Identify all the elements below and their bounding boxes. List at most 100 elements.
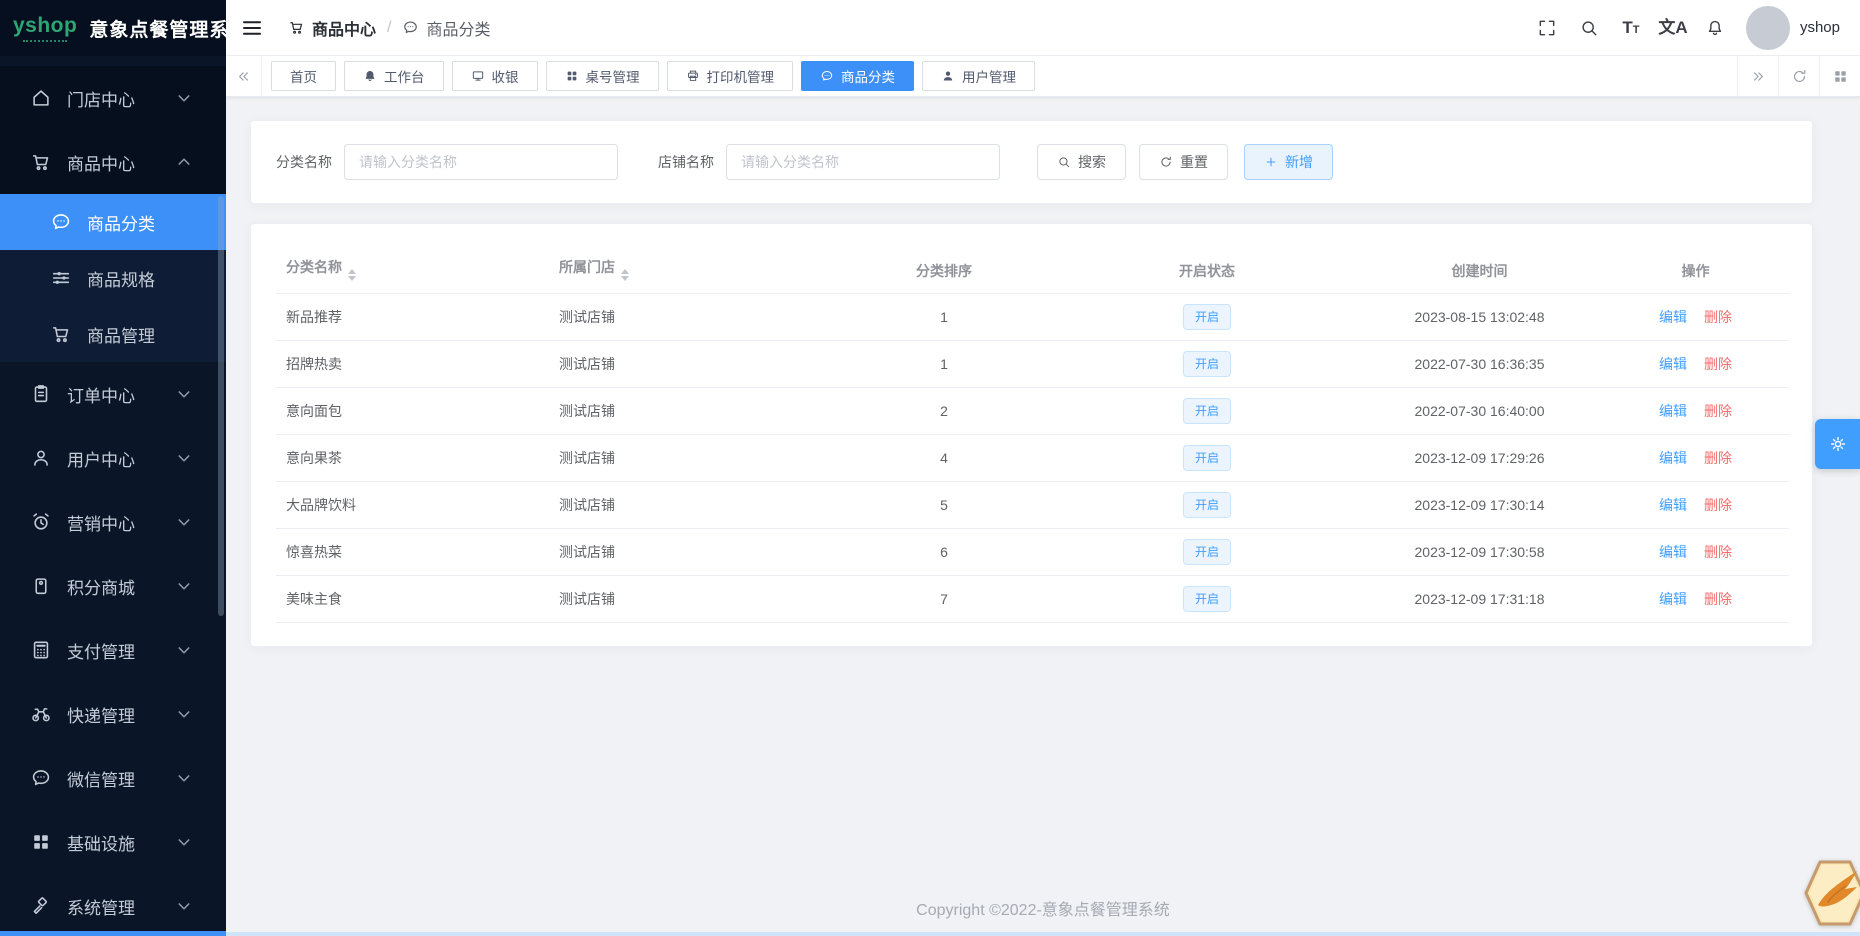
status-badge[interactable]: 开启 bbox=[1182, 491, 1231, 518]
column-header-0[interactable]: 分类名称 bbox=[276, 249, 549, 294]
cell-category-name: 大品牌饮料 bbox=[276, 481, 549, 529]
delete-link[interactable]: 删除 bbox=[1704, 591, 1732, 607]
category-name-input[interactable] bbox=[344, 144, 618, 180]
delete-link[interactable]: 删除 bbox=[1704, 544, 1732, 560]
edit-link[interactable]: 编辑 bbox=[1659, 591, 1687, 607]
status-badge[interactable]: 开启 bbox=[1182, 303, 1231, 330]
status-badge[interactable]: 开启 bbox=[1182, 444, 1231, 471]
cell-sort-order: 1 bbox=[831, 340, 1057, 388]
breadcrumb-item[interactable]: 商品中心 bbox=[288, 16, 376, 40]
edit-link[interactable]: 编辑 bbox=[1659, 544, 1687, 560]
breadcrumb-item[interactable]: 商品分类 bbox=[402, 16, 490, 40]
sidebar-item-goods-manage[interactable]: 商品管理 bbox=[0, 306, 226, 362]
cell-created-time: 2023-12-09 17:29:26 bbox=[1357, 434, 1602, 482]
status-badge[interactable]: 开启 bbox=[1182, 538, 1231, 565]
tab-label: 打印机管理 bbox=[706, 70, 775, 85]
cell-actions: 编辑 删除 bbox=[1602, 293, 1789, 341]
sidebar-item-wechat-manage[interactable]: 微信管理 bbox=[0, 746, 226, 810]
tabs-scroll-right-icon[interactable] bbox=[1737, 56, 1778, 96]
chat-icon bbox=[30, 767, 52, 789]
sort-carets-icon[interactable] bbox=[348, 265, 356, 285]
search-button[interactable]: 搜索 bbox=[1037, 144, 1126, 180]
edit-link[interactable]: 编辑 bbox=[1659, 309, 1687, 325]
status-badge[interactable]: 开启 bbox=[1182, 350, 1231, 377]
tab-goods-category[interactable]: 商品分类 bbox=[801, 61, 914, 91]
sidebar-item-goods-center[interactable]: 商品中心 bbox=[0, 130, 226, 194]
sidebar-item-infrastructure[interactable]: 基础设施 bbox=[0, 810, 226, 874]
sidebar-item-goods-spec[interactable]: 商品规格 bbox=[0, 250, 226, 306]
sidebar-horizontal-scrollbar[interactable] bbox=[0, 931, 226, 936]
delete-link[interactable]: 删除 bbox=[1704, 356, 1732, 372]
tab-workbench[interactable]: 工作台 bbox=[344, 61, 444, 91]
sidebar-item-marketing-center[interactable]: 营销中心 bbox=[0, 490, 226, 554]
edit-link[interactable]: 编辑 bbox=[1659, 450, 1687, 466]
sidebar-item-points-mall[interactable]: 积分商城 bbox=[0, 554, 226, 618]
tabs-scroll-left-icon[interactable] bbox=[226, 56, 262, 96]
avatar[interactable] bbox=[1745, 5, 1790, 50]
add-button[interactable]: 新增 bbox=[1244, 144, 1333, 180]
settings-panel-button[interactable] bbox=[1815, 419, 1860, 469]
sliders-icon bbox=[50, 267, 72, 289]
bird-badge-icon[interactable] bbox=[1802, 858, 1860, 928]
main-horizontal-scrollbar[interactable] bbox=[226, 932, 1860, 936]
chevron-down-icon bbox=[173, 703, 195, 725]
cell-created-time: 2023-12-09 17:30:14 bbox=[1357, 481, 1602, 529]
tab-user-manage[interactable]: 用户管理 bbox=[922, 61, 1035, 91]
table-row: 大品牌饮料 测试店铺 5 开启 2023-12-09 17:30:14 编辑 删除 bbox=[276, 481, 1789, 529]
status-badge[interactable]: 开启 bbox=[1182, 397, 1231, 424]
column-header-5: 操作 bbox=[1602, 249, 1789, 294]
breadcrumb-label: 商品中心 bbox=[312, 21, 377, 39]
sidebar-item-label: 商品中心 bbox=[67, 154, 135, 174]
translate-icon[interactable]: 文A bbox=[1652, 0, 1694, 56]
search-icon[interactable] bbox=[1568, 0, 1610, 56]
tab-options-grid-icon[interactable] bbox=[1819, 56, 1860, 96]
sidebar-item-label: 门店中心 bbox=[67, 90, 135, 110]
sidebar-scrollbar-thumb[interactable] bbox=[218, 196, 224, 616]
sort-carets-icon[interactable] bbox=[621, 265, 629, 285]
column-header-3: 开启状态 bbox=[1057, 249, 1357, 294]
delete-link[interactable]: 删除 bbox=[1704, 403, 1732, 419]
delete-link[interactable]: 删除 bbox=[1704, 450, 1732, 466]
bell-icon[interactable] bbox=[1694, 0, 1736, 56]
sidebar-item-store-center[interactable]: 门店中心 bbox=[0, 66, 226, 130]
tab-printer-manage[interactable]: 打印机管理 bbox=[666, 61, 793, 91]
sidebar-item-express-manage[interactable]: 快递管理 bbox=[0, 682, 226, 746]
delete-link[interactable]: 删除 bbox=[1704, 309, 1732, 325]
status-badge[interactable]: 开启 bbox=[1182, 585, 1231, 612]
sidebar-item-system-manage[interactable]: 系统管理 bbox=[0, 874, 226, 936]
edit-link[interactable]: 编辑 bbox=[1659, 356, 1687, 372]
fullscreen-icon[interactable] bbox=[1526, 0, 1568, 56]
shop-name-input[interactable] bbox=[726, 144, 1000, 180]
grid-icon bbox=[565, 69, 579, 83]
sidebar-item-payment-manage[interactable]: 支付管理 bbox=[0, 618, 226, 682]
delete-link[interactable]: 删除 bbox=[1704, 497, 1732, 513]
tab-table-manage[interactable]: 桌号管理 bbox=[545, 61, 659, 91]
table-row: 新品推荐 测试店铺 1 开启 2023-08-15 13:02:48 编辑 删除 bbox=[276, 293, 1789, 341]
menu-collapse-icon[interactable] bbox=[240, 16, 264, 40]
chat-icon bbox=[820, 69, 834, 83]
sidebar-item-user-center[interactable]: 用户中心 bbox=[0, 426, 226, 490]
tab-cashier[interactable]: 收银 bbox=[451, 61, 538, 91]
font-size-icon[interactable]: TT bbox=[1610, 0, 1652, 56]
sidebar-item-label: 快递管理 bbox=[67, 706, 135, 726]
edit-link[interactable]: 编辑 bbox=[1659, 497, 1687, 513]
tab-home[interactable]: 首页 bbox=[271, 61, 336, 91]
sidebar-item-label: 用户中心 bbox=[67, 450, 135, 470]
sidebar-item-order-center[interactable]: 订单中心 bbox=[0, 362, 226, 426]
copyright-footer: Copyright ©2022-意象点餐管理系统 bbox=[916, 902, 1170, 919]
chevron-down-icon bbox=[173, 87, 195, 109]
refresh-icon[interactable] bbox=[1778, 56, 1819, 96]
cell-store: 测试店铺 bbox=[549, 575, 831, 623]
sidebar-menu: 门店中心商品中心商品分类 商品规格 商品管理 订单中心用户中心营销中心积分商城 支付管理… bbox=[0, 56, 226, 936]
sidebar-item-label: 营销中心 bbox=[67, 514, 135, 534]
cell-sort-order: 1 bbox=[831, 293, 1057, 341]
cart-icon bbox=[50, 323, 72, 345]
user-name[interactable]: yshop bbox=[1800, 19, 1840, 36]
column-header-2: 分类排序 bbox=[831, 249, 1057, 294]
sidebar-item-goods-category[interactable]: 商品分类 bbox=[0, 194, 226, 250]
edit-link[interactable]: 编辑 bbox=[1659, 403, 1687, 419]
reset-button[interactable]: 重置 bbox=[1139, 144, 1228, 180]
cell-category-name: 惊喜热菜 bbox=[276, 528, 549, 576]
column-header-1[interactable]: 所属门店 bbox=[549, 249, 831, 294]
monitor-icon bbox=[471, 69, 485, 83]
